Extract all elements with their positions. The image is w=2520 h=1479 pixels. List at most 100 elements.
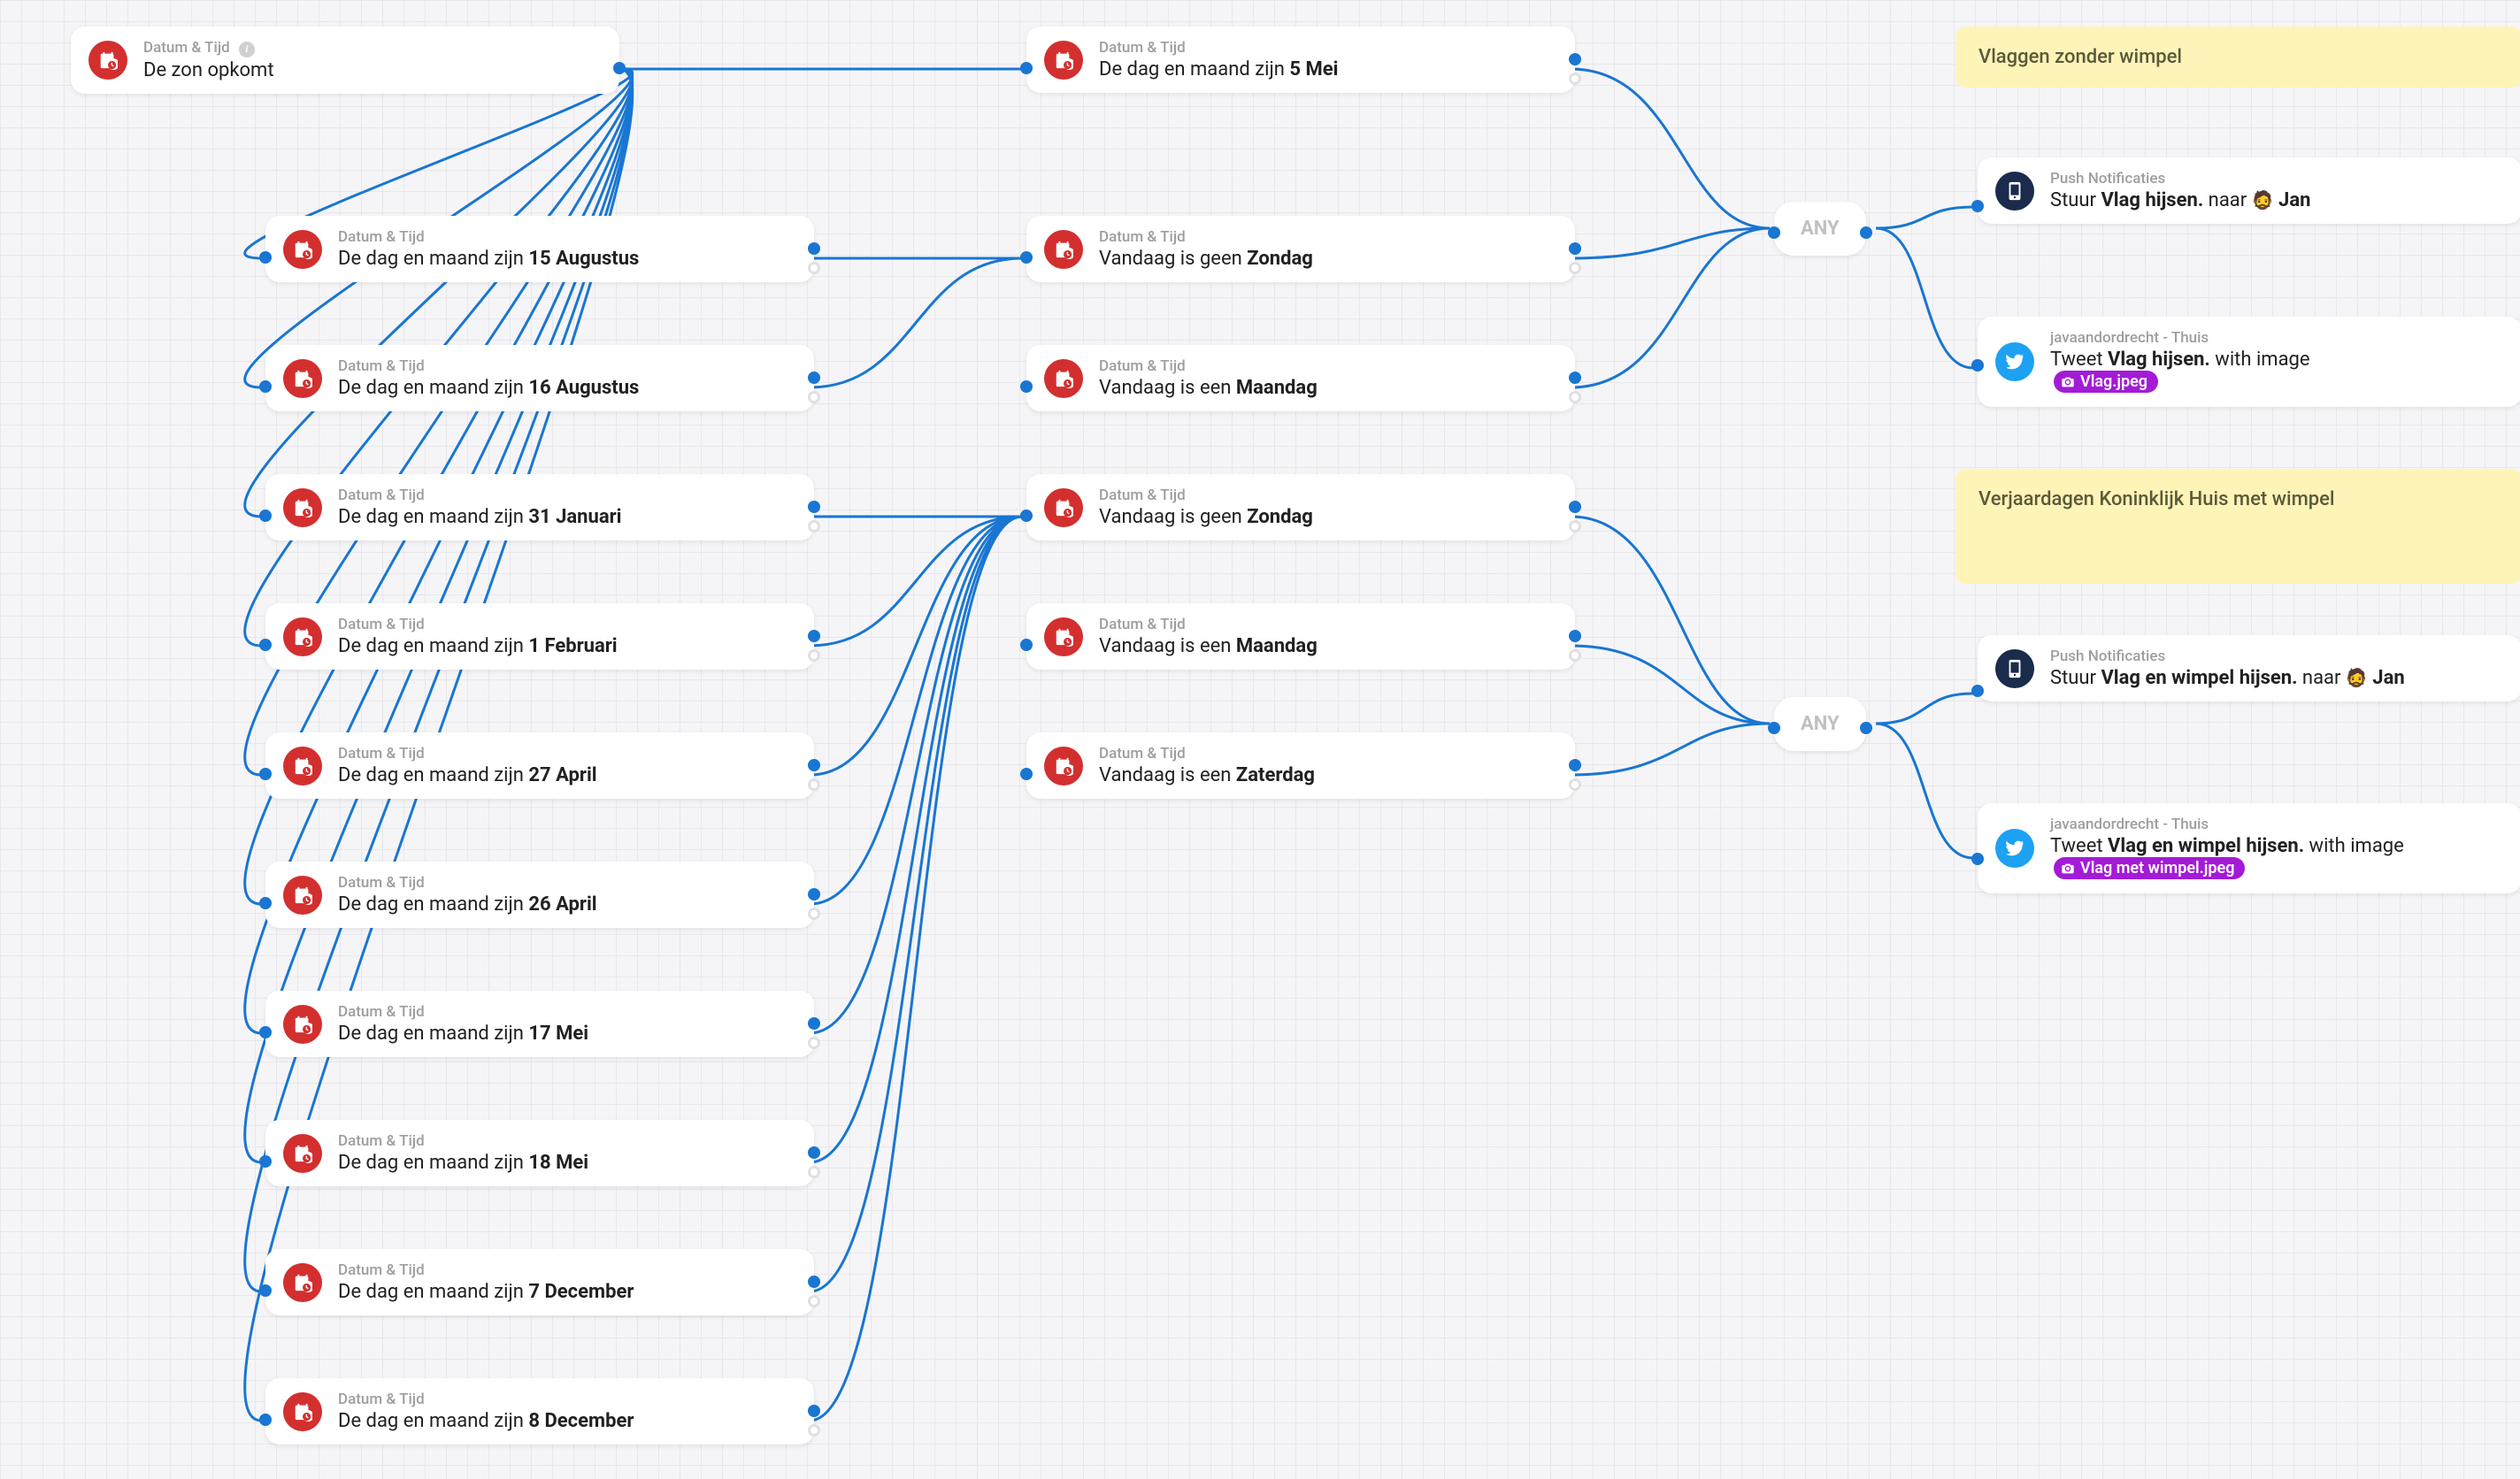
card-text: Datum & Tijd De dag en maand zijn 16 Aug…	[338, 357, 639, 399]
input-port[interactable]	[1020, 510, 1033, 522]
output-port[interactable]	[1569, 53, 1581, 65]
output-port[interactable]	[808, 888, 820, 900]
tweet-action-2[interactable]: javaandordrecht - Thuis Tweet Vlag en wi…	[1978, 803, 2520, 893]
date-card-9[interactable]: Datum & Tijd De dag en maand zijn 8 Dece…	[265, 1378, 814, 1445]
output-port[interactable]	[1569, 759, 1581, 771]
output-port-2[interactable]	[1569, 262, 1581, 274]
card-prefix: Vandaag is een	[1099, 764, 1236, 786]
output-port-2[interactable]	[808, 1295, 820, 1307]
output-port-2[interactable]	[1569, 778, 1581, 791]
output-port[interactable]	[808, 372, 820, 384]
card-text: Datum & Tijd De dag en maand zijn 17 Mei	[338, 1003, 588, 1045]
output-port[interactable]	[1860, 722, 1872, 734]
calendar-clock-icon	[1044, 747, 1083, 785]
output-port[interactable]	[1569, 501, 1581, 513]
output-port[interactable]	[613, 62, 626, 74]
card-bold: Zondag	[1247, 506, 1313, 528]
input-port[interactable]	[259, 1414, 272, 1426]
attachment-chip[interactable]: Vlag met wimpel.jpeg	[2054, 857, 2245, 879]
input-port[interactable]	[259, 510, 272, 522]
output-port-2[interactable]	[1569, 649, 1581, 662]
input-port[interactable]	[259, 897, 272, 909]
input-port[interactable]	[1020, 380, 1033, 393]
push-action-2[interactable]: Push Notificaties Stuur Vlag en wimpel h…	[1978, 635, 2520, 701]
date-card-a1[interactable]: Datum & Tijd Vandaag is een Maandag	[1026, 345, 1575, 411]
input-port[interactable]	[1020, 768, 1033, 780]
output-port[interactable]	[1860, 226, 1872, 239]
input-port[interactable]	[259, 1155, 272, 1168]
input-port[interactable]	[1020, 62, 1033, 74]
note-1[interactable]: Vlaggen zonder wimpel	[1955, 27, 2520, 88]
output-port[interactable]	[808, 1276, 820, 1288]
date-card-0[interactable]: Datum & Tijd De dag en maand zijn 15 Aug…	[265, 216, 814, 282]
output-port[interactable]	[1569, 242, 1581, 255]
output-port-2[interactable]	[808, 1166, 820, 1178]
date-card-3[interactable]: Datum & Tijd De dag en maand zijn 1 Febr…	[265, 603, 814, 670]
input-port[interactable]	[1020, 251, 1033, 264]
card-text: javaandordrecht - Thuis Tweet Vlag hijse…	[2050, 329, 2310, 395]
input-port[interactable]	[259, 380, 272, 393]
input-port[interactable]	[259, 1026, 272, 1038]
output-port[interactable]	[1569, 372, 1581, 384]
trigger-card[interactable]: Datum & Tijd i De zon opkomt	[71, 27, 619, 94]
date-card-1[interactable]: Datum & Tijd De dag en maand zijn 16 Aug…	[265, 345, 814, 411]
input-port[interactable]	[259, 639, 272, 651]
tweet-action-1[interactable]: javaandordrecht - Thuis Tweet Vlag hijse…	[1978, 317, 2520, 407]
date-card-5mei[interactable]: Datum & Tijd De dag en maand zijn 5 Mei	[1026, 27, 1575, 93]
any-operator-1[interactable]: ANY	[1774, 202, 1866, 256]
output-port[interactable]	[808, 630, 820, 642]
output-port-2[interactable]	[808, 391, 820, 403]
card-text: Datum & Tijd De dag en maand zijn 8 Dece…	[338, 1391, 634, 1432]
date-card-4[interactable]: Datum & Tijd De dag en maand zijn 27 Apr…	[265, 732, 814, 799]
output-port-2[interactable]	[1569, 73, 1581, 85]
date-card-a0[interactable]: Datum & Tijd Vandaag is geen Zondag	[1026, 216, 1575, 282]
output-port-2[interactable]	[808, 262, 820, 274]
date-card-6[interactable]: Datum & Tijd De dag en maand zijn 17 Mei	[265, 991, 814, 1057]
input-port[interactable]	[259, 768, 272, 780]
camera-icon	[2061, 375, 2075, 389]
push-action-1[interactable]: Push Notificaties Stuur Vlag hijsen. naa…	[1978, 157, 2520, 224]
card-prefix: Vandaag is een	[1099, 377, 1236, 399]
input-port[interactable]	[259, 1284, 272, 1297]
any-operator-2[interactable]: ANY	[1774, 697, 1866, 751]
output-port[interactable]	[808, 1405, 820, 1417]
date-card-b1[interactable]: Datum & Tijd Vandaag is een Maandag	[1026, 603, 1575, 670]
output-port-2[interactable]	[808, 908, 820, 920]
card-title: De zon opkomt	[143, 59, 274, 81]
output-port-2[interactable]	[808, 649, 820, 662]
date-card-b0[interactable]: Datum & Tijd Vandaag is geen Zondag	[1026, 474, 1575, 540]
output-port[interactable]	[808, 759, 820, 771]
input-port[interactable]	[1971, 685, 1984, 697]
input-port[interactable]	[1971, 200, 1984, 212]
output-port-2[interactable]	[808, 520, 820, 533]
attachment-chip[interactable]: Vlag.jpeg	[2054, 371, 2158, 393]
output-port[interactable]	[1569, 630, 1581, 642]
card-category: Push Notificaties	[2050, 170, 2310, 188]
date-card-2[interactable]: Datum & Tijd De dag en maand zijn 31 Jan…	[265, 474, 814, 540]
output-port-2[interactable]	[808, 1424, 820, 1437]
input-port[interactable]	[1971, 853, 1984, 865]
input-port[interactable]	[1020, 639, 1033, 651]
output-port-2[interactable]	[808, 1037, 820, 1049]
output-port-2[interactable]	[1569, 520, 1581, 533]
note-2[interactable]: Verjaardagen Koninklijk Huis met wimpel	[1955, 469, 2520, 584]
card-prefix: De dag en maand zijn	[338, 506, 528, 528]
card-bold: 5 Mei	[1289, 58, 1338, 80]
output-port-2[interactable]	[1569, 391, 1581, 403]
output-port[interactable]	[808, 1017, 820, 1030]
card-category: Datum & Tijd	[338, 1261, 634, 1279]
input-port[interactable]	[1768, 722, 1780, 734]
output-port[interactable]	[808, 1146, 820, 1159]
input-port[interactable]	[259, 251, 272, 264]
output-port-2[interactable]	[808, 778, 820, 791]
date-card-5[interactable]: Datum & Tijd De dag en maand zijn 26 Apr…	[265, 862, 814, 928]
date-card-7[interactable]: Datum & Tijd De dag en maand zijn 18 Mei	[265, 1120, 814, 1186]
date-card-8[interactable]: Datum & Tijd De dag en maand zijn 7 Dece…	[265, 1249, 814, 1315]
input-port[interactable]	[1971, 359, 1984, 372]
date-card-b2[interactable]: Datum & Tijd Vandaag is een Zaterdag	[1026, 732, 1575, 799]
calendar-clock-icon	[1044, 41, 1083, 80]
card-text: Datum & Tijd De dag en maand zijn 18 Mei	[338, 1132, 588, 1174]
output-port[interactable]	[808, 242, 820, 255]
output-port[interactable]	[808, 501, 820, 513]
input-port[interactable]	[1768, 226, 1780, 239]
